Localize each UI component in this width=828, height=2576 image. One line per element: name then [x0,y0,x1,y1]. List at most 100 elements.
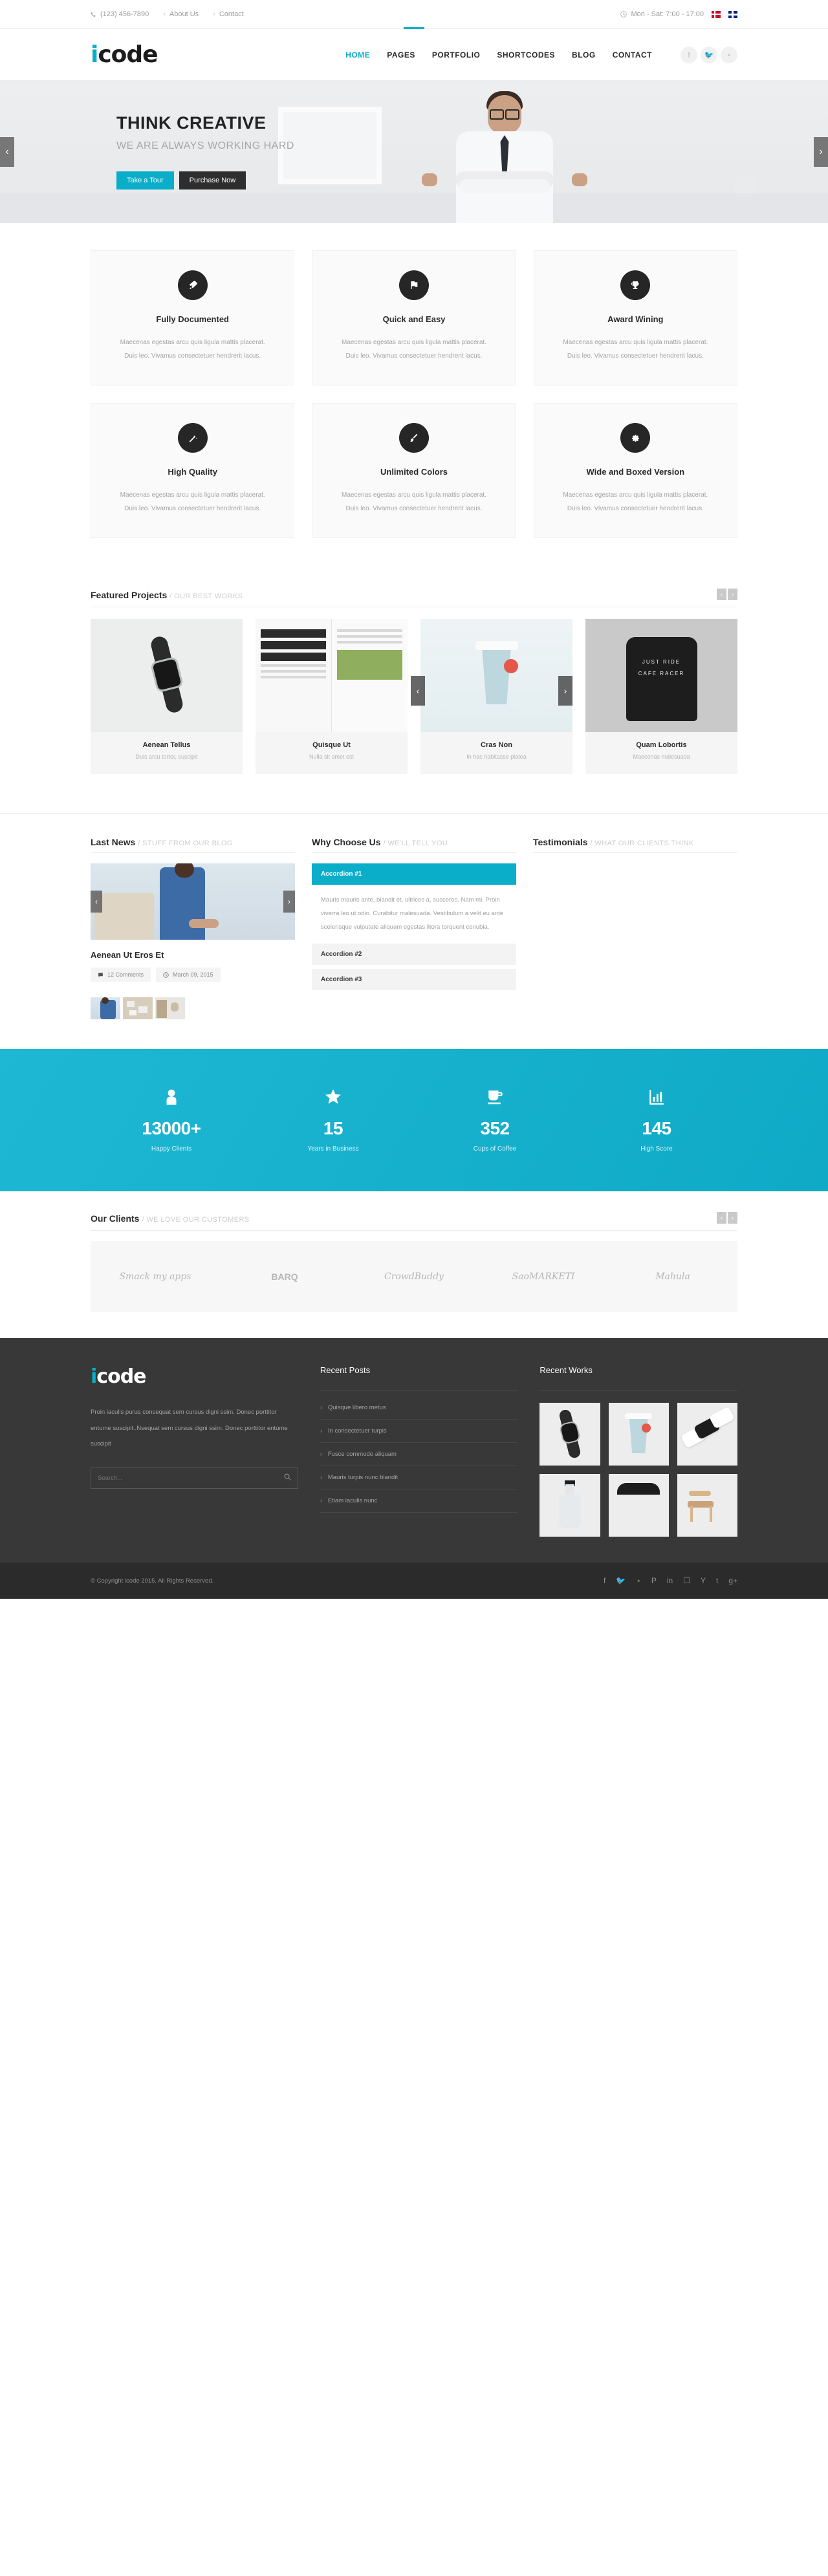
our-clients-section: Our Clients / WE LOVE OUR CUSTOMERS ‹ › S… [0,1191,828,1338]
top-link-contact-label[interactable]: Contact [219,10,244,18]
list-item[interactable]: Quisque libero metus [320,1396,518,1420]
search-input[interactable] [98,1474,284,1482]
nav-item-portfolio[interactable]: PORTFOLIO [432,50,481,60]
search-icon[interactable] [284,1473,291,1482]
feature-line1: Maecenas egestas arcu quis ligula mattis… [563,492,708,499]
client-logo-crowdbuddy[interactable]: CrowdBuddy [349,1272,479,1282]
recent-posts-title: Recent Posts [320,1365,371,1375]
work-thumb-phones[interactable] [677,1403,737,1466]
yahoo-icon[interactable]: Y [701,1576,706,1585]
portfolio-thumbnail-hoodie[interactable]: JUST RIDE CAFE RACER [585,619,737,732]
accordion: Accordion #1 Mauris mauris ante, blandit… [312,863,516,990]
accordion-header-1[interactable]: Accordion #1 [312,863,516,885]
clients-prev-button[interactable]: ‹ [717,1212,726,1224]
news-next-arrow[interactable]: › [283,891,295,913]
hero-subtitle: WE ARE ALWAYS WORKING HARD [116,140,294,151]
portfolio-item[interactable]: Quisque Ut Nulla sit amet est [256,619,408,774]
footer-logo[interactable]: icode [91,1365,298,1388]
work-thumb-papercup[interactable] [608,1403,669,1466]
purchase-now-button[interactable]: Purchase Now [179,171,246,189]
hero-next-arrow[interactable]: › [814,137,828,167]
portfolio-item-title: Cras Non [481,741,512,749]
portfolio-prev-button[interactable]: ‹ [717,589,726,600]
nav-item-home[interactable]: HOME [345,50,370,60]
top-link-about-label[interactable]: About Us [169,10,199,18]
nav-item-blog[interactable]: BLOG [572,50,596,60]
feature-card-unlimited-colors: Unlimited Colors Maecenas egestas arcu q… [312,403,516,538]
twitter-icon[interactable]: 🐦 [701,46,717,63]
client-logo-barq[interactable]: BARQ [220,1272,349,1282]
clock-icon [163,971,169,978]
list-item[interactable]: Etiam iaculis nunc [320,1489,518,1513]
facebook-icon[interactable]: f [681,46,697,63]
clock-icon [620,11,627,17]
portfolio-item-desc: Maecenas malesuada [633,753,690,760]
work-thumb-smartwatch[interactable] [539,1403,600,1466]
section-title: Our Clients / WE LOVE OUR CUSTOMERS [91,1213,250,1224]
featured-projects-header: Featured Projects / OUR BEST WORKS ‹ › [91,589,737,607]
trophy-icon [620,270,651,300]
top-link-about[interactable]: › About Us [163,10,199,18]
work-thumb-bottle[interactable] [539,1474,600,1537]
clients-next-button[interactable]: › [728,1212,737,1224]
portfolio-slide-next-arrow[interactable]: › [558,676,572,706]
hero-prev-arrow[interactable]: ‹ [0,137,14,167]
client-logo-mahula[interactable]: Mahula [608,1272,737,1282]
tumblr-icon[interactable]: t [716,1576,718,1585]
pinterest-icon[interactable]: P [651,1576,657,1585]
list-item[interactable]: Mauris turpis nunc blandit [320,1466,518,1489]
take-a-tour-button[interactable]: Take a Tour [116,171,174,189]
list-item[interactable]: Fusce commodo aliquam [320,1443,518,1466]
client-logo-saomarketi[interactable]: SaoMARKETI [479,1272,608,1282]
portfolio-item[interactable]: Aenean Tellus Duis arcu tortor, suscipit [91,619,243,774]
news-thumb-3[interactable] [155,997,185,1019]
feature-line1: Maecenas egestas arcu quis ligula mattis… [563,339,708,346]
work-thumb-chair[interactable] [677,1474,737,1537]
portfolio-next-button[interactable]: › [728,589,737,600]
portfolio-item-desc: Duis arcu tortor, suscipit [135,753,198,760]
google-plus-icon[interactable]: g+ [728,1576,737,1585]
feature-line2: Duis leo. Vivamus consectetuer hendrerit… [124,505,261,512]
feature-card-award-wining: Award Wining Maecenas egestas arcu quis … [533,250,737,385]
recent-works-title: Recent Works [539,1365,593,1375]
flag-denmark-icon[interactable] [712,10,721,18]
news-post-title[interactable]: Aenean Ut Eros Et [91,950,295,960]
comments-meta[interactable]: 12 Comments [91,968,151,982]
nav-item-shortcodes[interactable]: SHORTCODES [497,50,555,60]
news-prev-arrow[interactable]: ‹ [91,891,102,913]
news-thumb-1[interactable] [91,997,120,1019]
feature-title: Wide and Boxed Version [586,467,685,477]
news-featured-image[interactable]: ‹ › [91,863,295,940]
feature-line2: Duis leo. Vivamus consectetuer hendrerit… [345,505,483,512]
portfolio-thumbnail-smartwatch[interactable] [91,619,243,732]
linkedin-icon[interactable]: in [667,1576,673,1585]
portfolio-item[interactable]: Cras Non In hac habitasse platea [420,619,572,774]
logo-i: i [91,41,98,68]
twitter-icon[interactable]: 🐦 [616,1576,626,1585]
nav-item-contact[interactable]: CONTACT [613,50,652,60]
client-logo-smack[interactable]: Smack my apps [91,1272,220,1282]
top-link-contact[interactable]: › Contact [213,10,244,18]
portfolio-thumbnail-magazine[interactable] [256,619,408,732]
phone-number[interactable]: (123) 456-7890 [100,10,149,18]
rss-icon[interactable]: ⋆ [721,46,737,63]
paintbrush-icon [398,423,429,453]
footer-search-box[interactable] [91,1467,298,1489]
instagram-icon[interactable]: ☐ [683,1576,690,1585]
work-thumb-hoodie[interactable]: JUST RIDE CAFE RACER [608,1474,669,1537]
portfolio-item-desc: Nulla sit amet est [309,753,354,760]
accordion-header-2[interactable]: Accordion #2 [312,943,516,965]
site-logo[interactable]: icode [91,43,158,67]
facebook-icon[interactable]: f [604,1576,605,1585]
flag-uk-icon[interactable] [728,10,737,18]
portfolio-item[interactable]: JUST RIDE CAFE RACER Quam Lobortis Maece… [585,619,737,774]
news-thumb-2[interactable] [123,997,153,1019]
portfolio-slide-prev-arrow[interactable]: ‹ [411,676,425,706]
list-item[interactable]: In consectetuer turpis [320,1420,518,1443]
user-icon [91,1088,252,1108]
accordion-header-3[interactable]: Accordion #3 [312,968,516,990]
three-column-section: Last News / STUFF FROM OUR BLOG ‹ › Aenea… [0,814,828,1049]
nav-item-pages[interactable]: PAGES [387,50,415,60]
portfolio-thumbnail-papercup[interactable] [420,619,572,732]
rss-icon[interactable]: ⋆ [636,1576,641,1585]
